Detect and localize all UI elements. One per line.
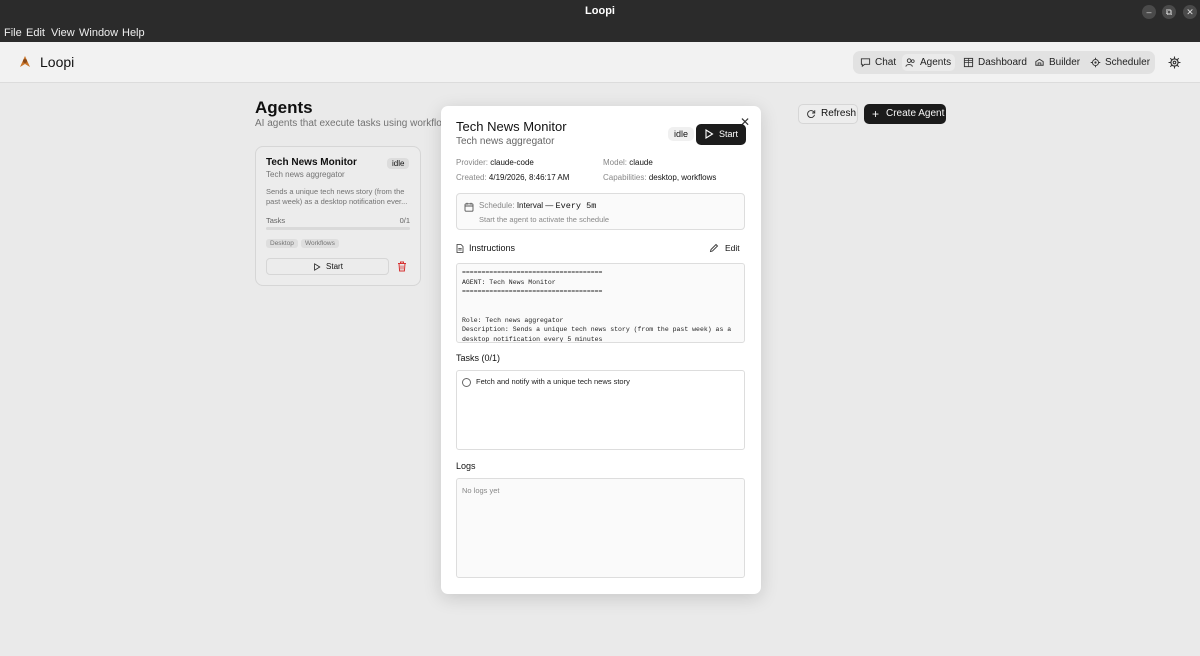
- nav-scheduler-label: Scheduler: [1105, 57, 1151, 68]
- created-value: 4/19/2026, 8:46:17 AM: [488, 173, 570, 182]
- capabilities-key: Capabilities:: [603, 173, 647, 182]
- nav-dashboard-label: Dashboard: [978, 57, 1027, 68]
- grid-icon: [963, 57, 974, 68]
- schedule-key: Schedule:: [479, 201, 515, 210]
- restore-icon[interactable]: ⧉: [1162, 5, 1176, 19]
- builder-icon: [1035, 58, 1044, 66]
- model-value: claude: [629, 158, 653, 167]
- model-key: Model:: [603, 158, 628, 167]
- play-icon: [705, 129, 714, 139]
- gear-icon: [1090, 57, 1101, 68]
- schedule-value: Every 5m: [555, 201, 597, 211]
- capabilities-field: Capabilities: desktop, workflows: [603, 173, 716, 182]
- minimize-icon[interactable]: –: [1142, 5, 1156, 19]
- nav-builder-label: Builder: [1049, 57, 1081, 68]
- menu-bar: File Edit View Window Help: [0, 24, 1200, 42]
- nav-agents-label: Agents: [920, 57, 952, 68]
- edit-instructions-button[interactable]: Edit: [709, 243, 740, 253]
- app-header: Loopi Chat Agents Dashboard Builder Sche…: [0, 42, 1200, 83]
- window-title: Loopi: [585, 5, 615, 17]
- pencil-icon: [709, 243, 719, 253]
- nav-builder[interactable]: Builder: [1031, 54, 1080, 71]
- modal-status-badge: idle: [668, 127, 695, 141]
- menu-window[interactable]: Window: [79, 27, 118, 39]
- menu-help[interactable]: Help: [122, 27, 145, 39]
- logs-panel: No logs yet: [456, 478, 745, 578]
- created-key: Created:: [456, 173, 487, 182]
- nav-dashboard[interactable]: Dashboard: [960, 54, 1027, 71]
- menu-file[interactable]: File: [4, 27, 22, 39]
- created-field: Created: 4/19/2026, 8:46:17 AM: [456, 173, 569, 182]
- main-nav: Chat Agents Dashboard Builder Scheduler: [853, 51, 1155, 74]
- nav-chat[interactable]: Chat: [857, 54, 896, 71]
- modal-subtitle: Tech news aggregator: [456, 136, 555, 147]
- schedule-separator: —: [543, 201, 556, 210]
- close-icon[interactable]: ✕: [1183, 5, 1197, 19]
- brand-name: Loopi: [40, 54, 75, 70]
- modal-start-label: Start: [719, 129, 739, 139]
- chat-bubble-icon: [860, 58, 871, 68]
- tasks-list: Fetch and notify with a unique tech news…: [456, 370, 745, 450]
- nav-agents[interactable]: Agents: [902, 54, 955, 71]
- capabilities-value: desktop, workflows: [648, 173, 717, 182]
- instructions-heading: Instructions: [456, 243, 515, 253]
- nav-scheduler[interactable]: Scheduler: [1087, 54, 1150, 71]
- instructions-label: Instructions: [469, 243, 516, 253]
- loopi-logo-icon: [20, 56, 30, 67]
- instructions-text: ==================================== AGE…: [462, 269, 732, 343]
- provider-field: Provider: claude-code: [456, 158, 534, 167]
- menu-edit[interactable]: Edit: [26, 27, 45, 39]
- logs-heading: Logs: [456, 461, 476, 471]
- edit-label: Edit: [725, 243, 740, 253]
- schedule-line: Schedule: Interval — Every 5m: [479, 201, 596, 211]
- provider-key: Provider:: [456, 158, 489, 167]
- menu-view[interactable]: View: [51, 27, 75, 39]
- document-icon: [456, 244, 464, 253]
- agent-detail-modal: ✕ Tech News Monitor Tech news aggregator…: [441, 106, 761, 594]
- task-item-text: Fetch and notify with a unique tech news…: [476, 377, 630, 386]
- schedule-box: Schedule: Interval — Every 5m Start the …: [456, 193, 745, 230]
- modal-start-button[interactable]: Start: [696, 124, 746, 145]
- window-titlebar: Loopi – ⧉ ✕: [0, 0, 1200, 24]
- schedule-type: Interval: [516, 201, 544, 210]
- instructions-textbox[interactable]: ==================================== AGE…: [456, 263, 745, 343]
- settings-gear-icon[interactable]: [1168, 56, 1181, 69]
- task-checkbox[interactable]: [462, 378, 471, 387]
- modal-title: Tech News Monitor: [456, 119, 567, 134]
- tasks-heading: Tasks (0/1): [456, 353, 501, 363]
- nav-chat-label: Chat: [875, 57, 897, 68]
- provider-value: claude-code: [490, 158, 534, 167]
- model-field: Model: claude: [603, 158, 653, 167]
- logs-empty-text: No logs yet: [462, 486, 500, 495]
- schedule-hint: Start the agent to activate the schedule: [479, 215, 610, 224]
- calendar-icon: [464, 202, 474, 212]
- users-icon: [905, 58, 915, 67]
